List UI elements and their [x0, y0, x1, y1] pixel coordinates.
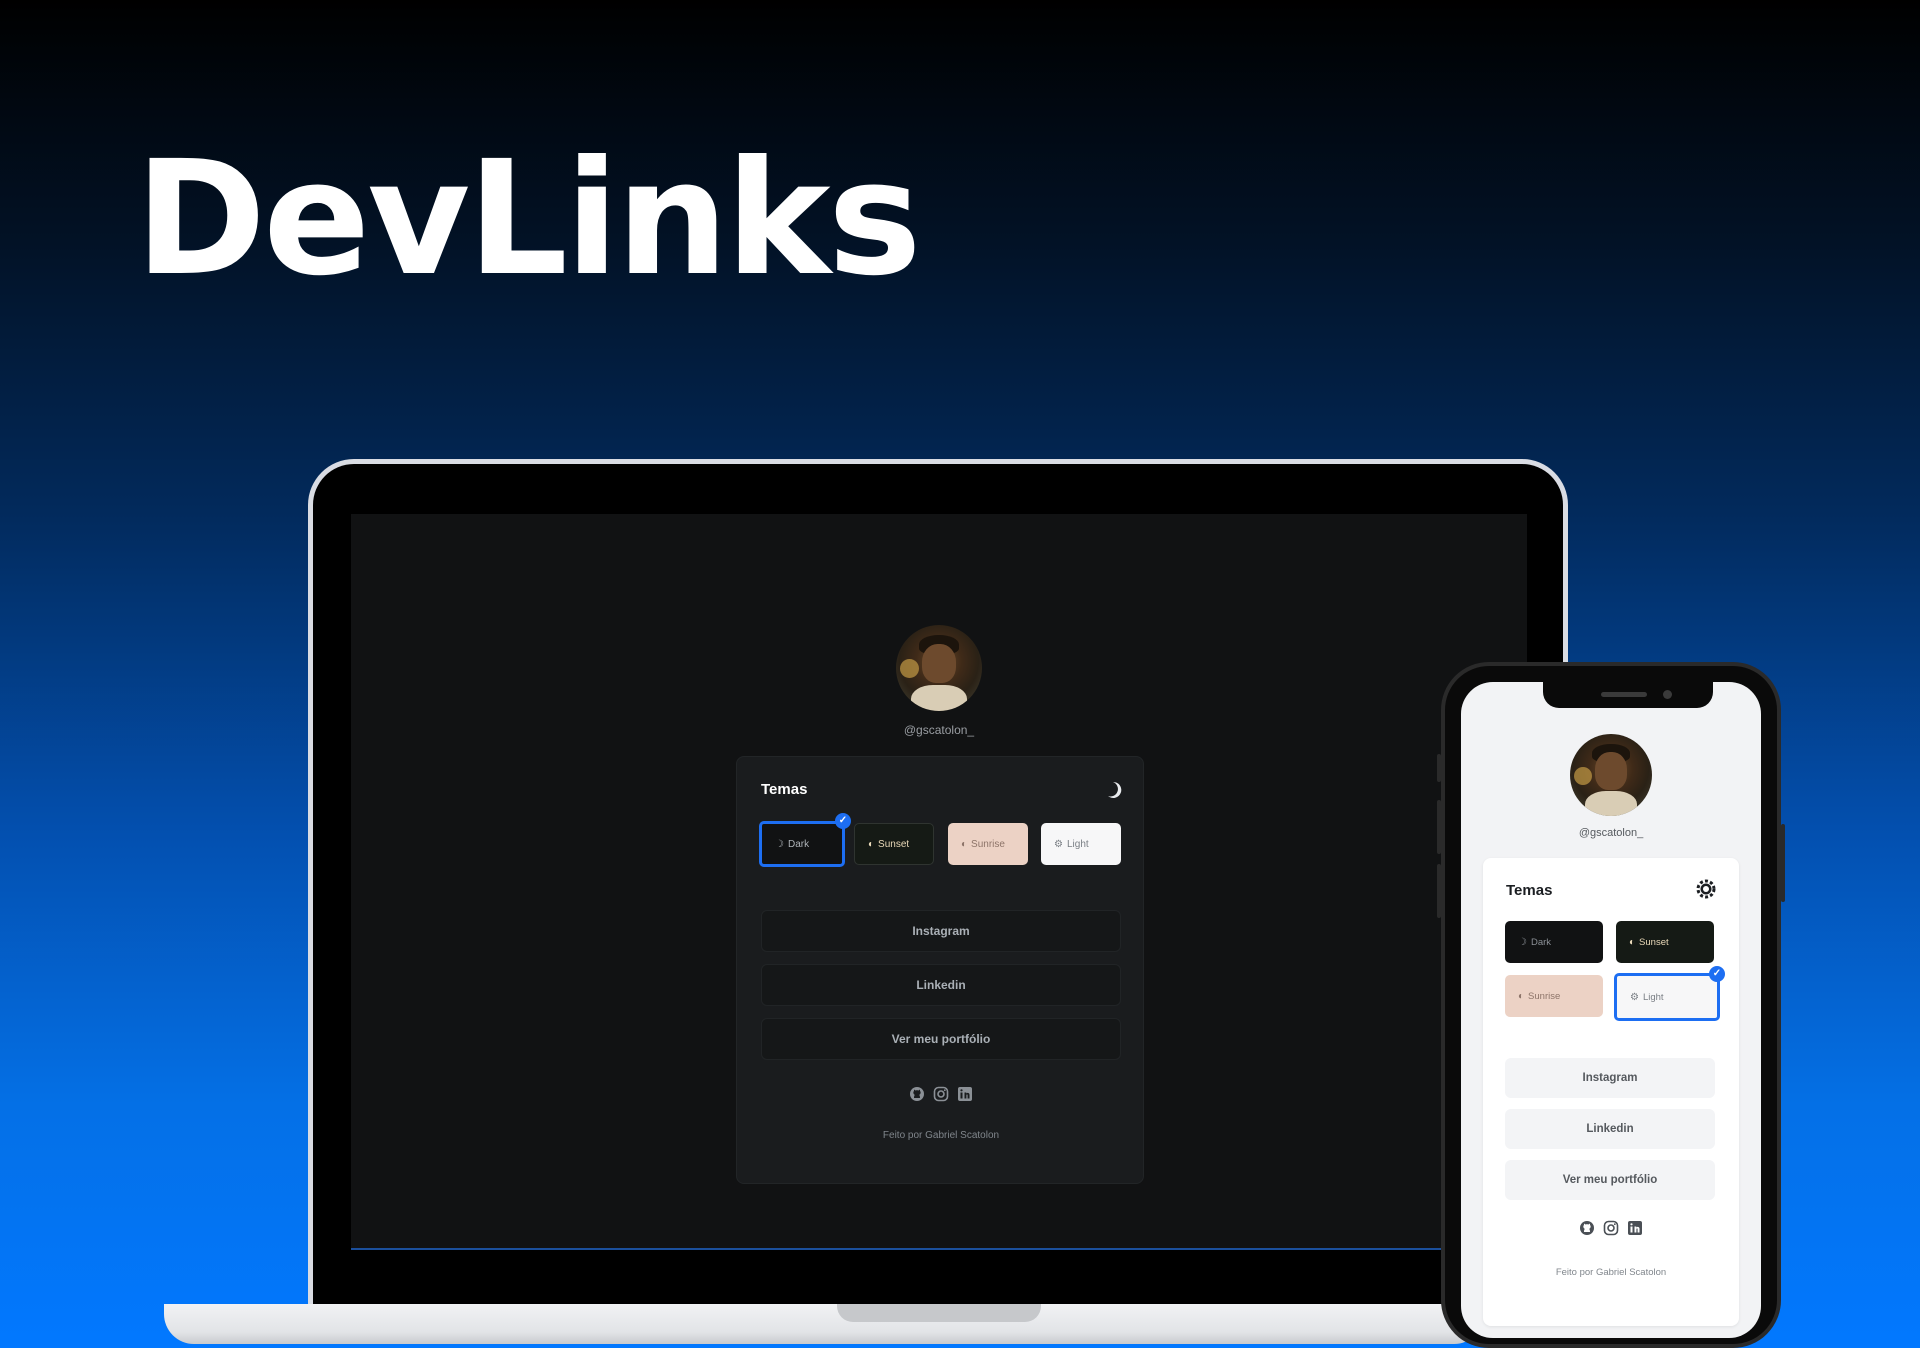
contrast-icon: ◐ — [961, 838, 968, 850]
theme-dark-button[interactable]: ☽ Dark — [1505, 921, 1603, 963]
footer-credit: Feito por Gabriel Scatolon — [1555, 1267, 1667, 1278]
linkedin-icon[interactable] — [957, 1086, 973, 1102]
theme-light-button[interactable]: ⚙ Light — [1041, 823, 1121, 865]
github-icon[interactable] — [1579, 1220, 1595, 1236]
phone-mockup: @gscatolon_ Temas ☽ Dark ◐ Sunset ◐ Sunr… — [1437, 662, 1785, 1348]
moon-icon[interactable] — [1106, 781, 1124, 799]
github-icon[interactable] — [909, 1086, 925, 1102]
check-icon: ✓ — [1709, 966, 1725, 982]
theme-label: Sunset — [878, 838, 910, 850]
laptop-screen: @gscatolon_ Temas ☽ Dark ✓ ◐ Sunset ◐ Su… — [351, 514, 1527, 1250]
contrast-icon: ◐ — [1629, 936, 1636, 948]
sun-icon: ⚙ — [1054, 838, 1063, 850]
theme-label: Sunset — [1639, 936, 1669, 948]
moon-icon: ☽ — [775, 838, 784, 850]
contrast-icon: ◐ — [1518, 990, 1525, 1002]
theme-sunset-button[interactable]: ◐ Sunset — [1616, 921, 1714, 963]
theme-sunset-button[interactable]: ◐ Sunset — [854, 823, 934, 865]
sun-icon[interactable] — [1695, 878, 1717, 900]
theme-label: Dark — [1530, 936, 1552, 948]
instagram-link-button[interactable]: Instagram — [761, 910, 1121, 952]
profile-header — [1570, 734, 1652, 816]
portfolio-link-button[interactable]: Ver meu portfólio — [761, 1018, 1121, 1060]
instagram-icon[interactable] — [1603, 1220, 1619, 1236]
contrast-icon: ◐ — [868, 838, 875, 850]
phone-screen: @gscatolon_ Temas ☽ Dark ◐ Sunset ◐ Sunr… — [1461, 682, 1761, 1338]
theme-label: Light — [1066, 838, 1089, 850]
instagram-icon[interactable] — [933, 1086, 949, 1102]
laptop-mockup: @gscatolon_ Temas ☽ Dark ✓ ◐ Sunset ◐ Su… — [308, 459, 1568, 1304]
card-title: Temas — [761, 781, 808, 798]
themes-card: Temas ☽ Dark ◐ Sunset ◐ Sunrise ⚙ Light … — [1483, 858, 1739, 1326]
moon-icon: ☽ — [1518, 936, 1527, 948]
theme-dark-button[interactable]: ☽ Dark — [759, 821, 845, 867]
theme-label: Dark — [787, 838, 810, 850]
hero-title: DevLinks — [135, 127, 922, 311]
sun-icon: ⚙ — [1630, 991, 1639, 1003]
avatar — [896, 625, 982, 711]
theme-label: Sunrise — [971, 838, 1005, 850]
themes-card: Temas ☽ Dark ✓ ◐ Sunset ◐ Sunrise ⚙ Ligh… — [736, 756, 1144, 1184]
theme-light-button[interactable]: ⚙ Light — [1614, 973, 1720, 1021]
theme-label: Sunrise — [1528, 990, 1561, 1002]
footer-credit: Feito por Gabriel Scatolon — [882, 1130, 1000, 1141]
laptop-base — [164, 1304, 1484, 1344]
social-links — [1483, 1220, 1739, 1236]
theme-sunrise-button[interactable]: ◐ Sunrise — [948, 823, 1028, 865]
profile-header — [894, 625, 984, 711]
instagram-link-button[interactable]: Instagram — [1505, 1058, 1715, 1098]
portfolio-link-button[interactable]: Ver meu portfólio — [1505, 1160, 1715, 1200]
phone-notch — [1543, 682, 1713, 708]
card-title: Temas — [1506, 882, 1553, 899]
username: @gscatolon_ — [903, 723, 975, 737]
social-links — [737, 1086, 1145, 1102]
check-icon: ✓ — [835, 813, 851, 829]
theme-sunrise-button[interactable]: ◐ Sunrise — [1505, 975, 1603, 1017]
laptop-hinge — [837, 1304, 1041, 1322]
theme-label: Light — [1642, 991, 1664, 1003]
linkedin-icon[interactable] — [1627, 1220, 1643, 1236]
linkedin-link-button[interactable]: Linkedin — [1505, 1109, 1715, 1149]
avatar — [1570, 734, 1652, 816]
linkedin-link-button[interactable]: Linkedin — [761, 964, 1121, 1006]
username: @gscatolon_ — [1578, 827, 1644, 839]
